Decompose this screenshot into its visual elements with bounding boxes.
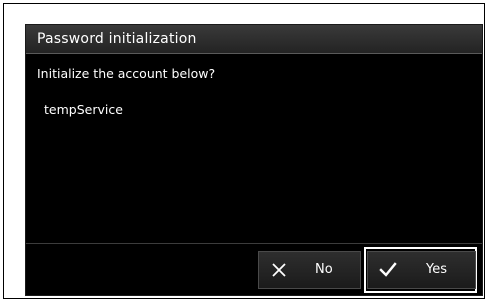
- close-icon: [272, 263, 286, 277]
- yes-button-label: Yes: [426, 262, 447, 277]
- dialog-title-bar: Password initialization: [26, 25, 482, 54]
- dialog-title: Password initialization: [37, 31, 197, 47]
- dialog-message: Initialize the account below?: [37, 66, 216, 81]
- account-name: tempService: [44, 102, 123, 117]
- dialog-button-bar: No Yes: [26, 243, 482, 295]
- checkmark-icon: [379, 262, 397, 277]
- no-button[interactable]: No: [258, 251, 361, 289]
- yes-button[interactable]: Yes: [367, 251, 476, 289]
- no-button-label: No: [315, 262, 333, 277]
- password-initialization-dialog: Password initialization Initialize the a…: [25, 24, 483, 296]
